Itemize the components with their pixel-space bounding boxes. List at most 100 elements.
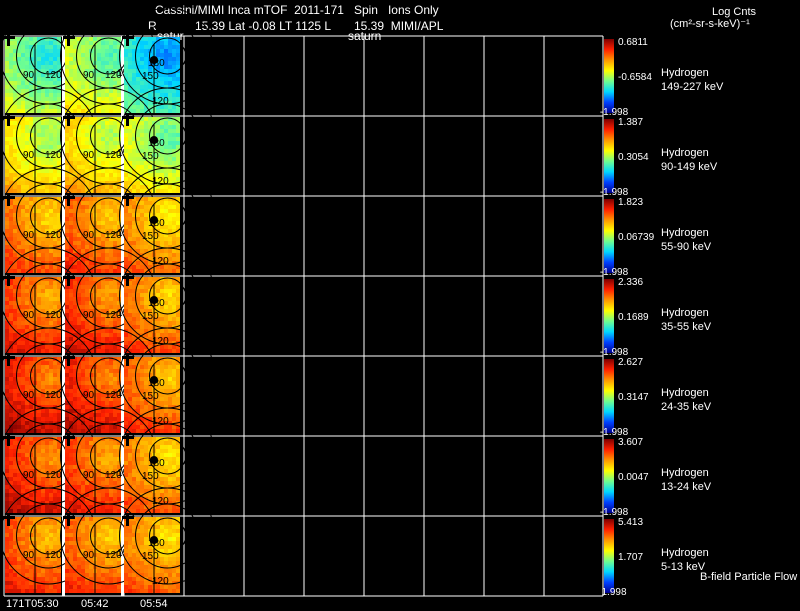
image-pixel <box>97 253 101 257</box>
image-pixel <box>57 465 61 469</box>
image-pixel <box>117 137 121 141</box>
image-pixel <box>164 477 168 481</box>
image-pixel <box>49 249 53 253</box>
image-pixel <box>132 237 136 241</box>
image-pixel <box>37 133 41 137</box>
image-pixel <box>97 481 101 485</box>
image-pixel <box>97 445 101 449</box>
image-pixel <box>109 497 113 501</box>
image-pixel <box>164 309 168 313</box>
image-pixel <box>73 185 77 189</box>
image-pixel <box>9 489 13 493</box>
image-pixel <box>160 489 164 493</box>
image-pixel <box>113 161 117 165</box>
image-pixel <box>49 329 53 333</box>
image-pixel <box>109 453 113 457</box>
image-pixel <box>41 105 45 109</box>
image-pixel <box>105 349 109 353</box>
image-pixel <box>49 425 53 429</box>
image-pixel <box>69 233 73 237</box>
image-pixel <box>25 277 29 281</box>
image-pixel <box>113 349 117 353</box>
image-pixel <box>77 341 81 345</box>
image-pixel <box>172 477 176 481</box>
image-pixel <box>164 317 168 321</box>
contour-label: 90 <box>83 70 95 81</box>
image-pixel <box>5 97 9 101</box>
image-pixel <box>73 81 77 85</box>
image-pixel <box>65 337 69 341</box>
image-pixel <box>5 345 9 349</box>
image-pixel <box>148 357 152 361</box>
image-pixel <box>172 401 176 405</box>
image-pixel <box>9 49 13 53</box>
image-pixel <box>41 93 45 97</box>
image-pixel <box>168 65 172 69</box>
image-pixel <box>140 485 144 489</box>
image-pixel <box>41 297 45 301</box>
image-pixel <box>37 73 41 77</box>
image-pixel <box>156 109 160 113</box>
image-pixel <box>29 305 33 309</box>
image-pixel <box>132 321 136 325</box>
image-pixel <box>21 405 25 409</box>
image-pixel <box>37 161 41 165</box>
image-pixel <box>13 241 17 245</box>
image-pixel <box>49 265 53 269</box>
image-pixel <box>140 329 144 333</box>
image-pixel <box>21 409 25 413</box>
image-pixel <box>81 509 85 513</box>
image-pixel <box>53 381 57 385</box>
image-pixel <box>105 297 109 301</box>
image-pixel <box>140 325 144 329</box>
image-pixel <box>89 225 93 229</box>
image-pixel <box>77 477 81 481</box>
image-pixel <box>160 397 164 401</box>
image-pixel <box>73 45 77 49</box>
image-pixel <box>172 441 176 445</box>
image-pixel <box>53 265 57 269</box>
image-pixel <box>172 445 176 449</box>
image-pixel <box>109 65 113 69</box>
image-pixel <box>65 181 69 185</box>
image-pixel <box>33 437 37 441</box>
image-pixel <box>168 49 172 53</box>
image-pixel <box>164 481 168 485</box>
image-pixel <box>5 173 9 177</box>
image-pixel <box>5 465 9 469</box>
image-pixel <box>128 53 132 57</box>
image-pixel <box>93 197 97 201</box>
image-pixel <box>109 481 113 485</box>
image-pixel <box>148 41 152 45</box>
image-pixel <box>13 361 17 365</box>
image-pixel <box>57 269 61 273</box>
image-pixel <box>105 441 109 445</box>
image-pixel <box>57 109 61 113</box>
image-pixel <box>128 61 132 65</box>
image-pixel <box>160 129 164 133</box>
image-pixel <box>13 397 17 401</box>
image-pixel <box>57 401 61 405</box>
image-pixel <box>109 429 113 433</box>
image-pixel <box>172 213 176 217</box>
corner-marker <box>7 114 10 126</box>
image-pixel <box>37 481 41 485</box>
image-pixel <box>45 97 49 101</box>
image-pixel <box>148 325 152 329</box>
image-pixel <box>73 445 77 449</box>
image-pixel <box>17 321 21 325</box>
image-pixel <box>128 129 132 133</box>
image-pixel <box>13 401 17 405</box>
image-pixel <box>164 397 168 401</box>
image-pixel <box>21 269 25 273</box>
image-pixel <box>37 129 41 133</box>
image-pixel <box>85 221 89 225</box>
image-pixel <box>109 213 113 217</box>
image-pixel <box>172 93 176 97</box>
image-pixel <box>77 345 81 349</box>
image-pixel <box>148 441 152 445</box>
image-pixel <box>41 369 45 373</box>
image-pixel <box>73 233 77 237</box>
image-pixel <box>113 289 117 293</box>
image-pixel <box>65 213 69 217</box>
